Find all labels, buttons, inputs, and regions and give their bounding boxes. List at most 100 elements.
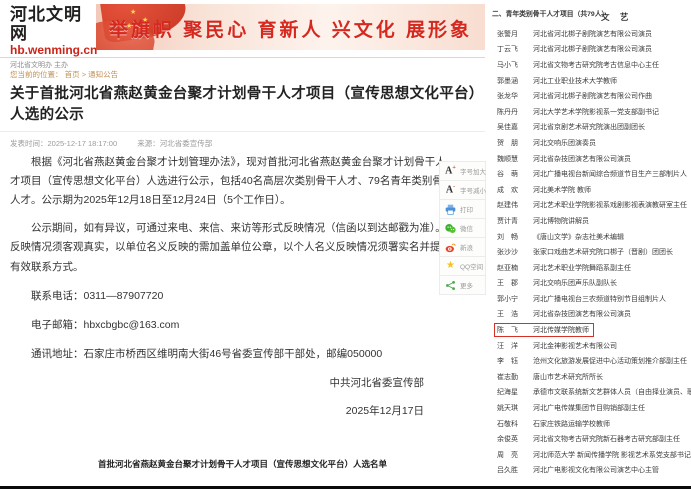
person-title: 张家口戏曲艺术研究院口梆子（晋剧）团团长 xyxy=(533,247,673,257)
publish-time: 发表时间：2025-12-17 18:17:00 xyxy=(10,139,117,148)
weibo-button[interactable]: 新浪 xyxy=(439,237,486,257)
person-name: 魏顺慧 xyxy=(497,154,526,164)
toolbar-item-label: 新浪 xyxy=(460,242,473,252)
roster-row: 赵亚楠河北艺术职业学院舞蹈系副主任 xyxy=(494,260,690,276)
roster-row-content: 周 亮河北师范大学 新闻传播学院 影视艺术系党支部书记 xyxy=(494,448,691,462)
roster-row: 魏顺慧河北省杂技团演艺有限公司演员 xyxy=(494,151,690,167)
qzone-icon: ★ xyxy=(444,260,457,272)
wechat-button[interactable]: 微信 xyxy=(439,218,486,238)
roster-row: 贺 朋河北交响乐团演奏员 xyxy=(494,135,690,151)
person-name: 王 郡 xyxy=(497,278,526,288)
person-title: 河北广电影视文化有限公司演艺中心主管 xyxy=(533,465,659,475)
person-name: 石敬科 xyxy=(497,419,526,429)
site-logo-domain: hb.wenming.cn xyxy=(10,43,98,57)
roster-row: 吴佳嘉河北省京剧艺术研究院演出团副团长 xyxy=(494,120,690,136)
roster-row: 成 欢河北美术学院 教师 xyxy=(494,182,690,198)
roster-row-content: 纪海星承德市文联系统新文艺群体人员（自由择业演员、歌手） xyxy=(494,385,691,399)
roster-list: 张警月河北省河北梆子剧院演艺有限公司演员丁云飞河北省河北梆子剧院演艺有限公司演员… xyxy=(494,26,690,478)
font-decrease-button[interactable]: A-字号减小 xyxy=(439,180,486,200)
person-name: 成 欢 xyxy=(497,185,526,195)
qzone-button[interactable]: ★QQ空间 xyxy=(439,256,486,276)
roster-row-content: 王 浩河北省杂技团演艺有限公司演员 xyxy=(494,307,636,321)
toolbar-item-label: QQ空间 xyxy=(460,261,483,271)
more-share-button[interactable]: 更多 xyxy=(439,275,486,295)
weibo-icon xyxy=(444,241,457,253)
font-increase-icon: A+ xyxy=(444,165,457,177)
person-title: 河北广播电视台三农频道特别节目组制片人 xyxy=(533,294,666,304)
roster-row-content: 张沙沙张家口戏曲艺术研究院口梆子（晋剧）团团长 xyxy=(494,245,678,259)
person-title: 河北金神影视艺术有限公司 xyxy=(533,341,617,351)
toolbar-item-label: 打印 xyxy=(460,204,473,214)
roster-row: 刘 畅《唐山文学》杂志社美术编辑 xyxy=(494,229,690,245)
roster-row-content: 魏顺慧河北省杂技团演艺有限公司演员 xyxy=(494,152,636,166)
person-title: 河北工业职业技术大学教师 xyxy=(533,76,617,86)
signature-date: 2025年12月17日 xyxy=(10,402,454,421)
roster-row-highlighted: 陈 飞河北传媒学院教师 xyxy=(494,323,594,337)
roster-row: 石敬科石家庄铁路运输学校教师 xyxy=(494,416,690,432)
contact-phone: 联系电话：0311—87907720 xyxy=(10,287,454,306)
roster-row: 赵建伟河北艺术职业学院影视系戏剧影视表演教研室主任 xyxy=(494,198,690,214)
person-name: 张龙华 xyxy=(497,91,526,101)
contact-address: 通讯地址：石家庄市桥西区维明南大街46号省委宣传部干部处，邮编050000 xyxy=(10,345,454,364)
roster-row: 贾计青河北博物院讲解员 xyxy=(494,213,690,229)
person-name: 姚天琪 xyxy=(497,403,526,413)
roster-row-content: 赵建伟河北艺术职业学院影视系戏剧影视表演教研室主任 xyxy=(494,198,691,212)
person-name: 马小飞 xyxy=(497,60,526,70)
roster-row-content: 丁云飞河北省河北梆子剧院演艺有限公司演员 xyxy=(494,42,657,56)
roster-row-content: 郭墨涵河北工业职业技术大学教师 xyxy=(494,74,622,88)
person-title: 河北省杂技团演艺有限公司演员 xyxy=(533,154,631,164)
roster-row: 王 郡河北交响乐团声乐队副队长 xyxy=(494,276,690,292)
person-title: 石家庄铁路运输学校教师 xyxy=(533,419,610,429)
person-name: 郭墨涵 xyxy=(497,76,526,86)
roster-row: 马小飞河北省文物考古研究院考古信息中心主任 xyxy=(494,57,690,73)
person-title: 河北省河北梆子剧院演艺有限公司演员 xyxy=(533,29,652,39)
person-name: 赵建伟 xyxy=(497,200,526,210)
roster-row: 丁云飞河北省河北梆子剧院演艺有限公司演员 xyxy=(494,42,690,58)
breadcrumb: 您当前的位置： 首页 > 通知公告 xyxy=(10,69,118,80)
person-title: 河北省杂技团演艺有限公司演员 xyxy=(533,309,631,319)
breadcrumb-home-link[interactable]: 首页 xyxy=(65,70,80,79)
roster-category-title: 文 艺 xyxy=(601,11,632,23)
person-name: 郭小宁 xyxy=(497,294,526,304)
attachment-title: 首批河北省燕赵黄金台聚才计划骨干人才项目（宣传思想文化平台）人选名单 xyxy=(0,458,485,470)
header-divider xyxy=(0,57,485,58)
roster-row: 郭墨涵河北工业职业技术大学教师 xyxy=(494,73,690,89)
roster-row: 陈 飞河北传媒学院教师 xyxy=(494,322,690,338)
person-title: 河北广电传媒集团节目购销部副主任 xyxy=(533,403,645,413)
roster-row-content: 吴佳嘉河北省京剧艺术研究院演出团副团长 xyxy=(494,120,650,134)
font-increase-button[interactable]: A+字号加大 xyxy=(439,161,486,181)
breadcrumb-prefix: 您当前的位置： xyxy=(10,70,63,79)
person-title: 河北省文物考古研究院新石器考古研究部副主任 xyxy=(533,434,680,444)
roster-row: 陈丹丹河北大学艺术学院影视系一党支部副书记 xyxy=(494,104,690,120)
roster-row-content: 刘 畅《唐山文学》杂志社美术编辑 xyxy=(494,230,629,244)
roster-section-heading: 二、青年类别骨干人才项目（共79人） xyxy=(492,8,608,18)
roster-row: 郭小宁河北广播电视台三农频道特别节目组制片人 xyxy=(494,291,690,307)
roster-row: 张龙华河北省河北梆子剧院演艺有限公司作曲 xyxy=(494,88,690,104)
site-logo[interactable]: 河北文明网 hb.wenming.cn 河北省文明办 主办 xyxy=(10,6,98,70)
person-title: 河北艺术职业学院舞蹈系副主任 xyxy=(533,263,631,273)
article-paragraph: 公示期间，如有异议，可通过来电、来信、来访等形式反映情况（信函以到达邮戳为准）。… xyxy=(10,219,454,276)
site-logo-title: 河北文明网 xyxy=(10,6,98,43)
person-title: 河北师范大学 新闻传播学院 影视艺术系党支部书记 xyxy=(533,450,691,460)
person-title: 唐山市艺术研究所所长 xyxy=(533,372,603,382)
roster-row: 吕久胜河北广电影视文化有限公司演艺中心主管 xyxy=(494,463,690,479)
header-banner: ★ ★ ★ 举旗帜 聚民心 育新人 兴文化 展形象 xyxy=(96,4,485,50)
roster-row-content: 崔志勤唐山市艺术研究所所长 xyxy=(494,370,608,384)
person-name: 李 钰 xyxy=(497,356,526,366)
roster-row-content: 谷 萌河北广播电视台新闻综合频道节目生产三部制片人 xyxy=(494,167,691,181)
print-button[interactable]: 打印 xyxy=(439,199,486,219)
toolbar-item-label: 字号加大 xyxy=(460,166,486,176)
roster-row-content: 贾计青河北博物院讲解员 xyxy=(494,214,594,228)
roster-row-content: 吕久胜河北广电影视文化有限公司演艺中心主管 xyxy=(494,463,664,477)
breadcrumb-current-link[interactable]: 通知公告 xyxy=(88,70,118,79)
roster-row: 李 钰沧州文化旅游发展促进中心活动策划推介部副主任 xyxy=(494,353,690,369)
person-title: 河北省京剧艺术研究院演出团副团长 xyxy=(533,122,645,132)
person-name: 陈丹丹 xyxy=(497,107,526,117)
article-paragraph: 根据《河北省燕赵黄金台聚才计划管理办法》，现对首批河北省燕赵黄金台聚才计划骨干人… xyxy=(10,153,454,210)
roster-row: 崔志勤唐山市艺术研究所所长 xyxy=(494,369,690,385)
person-name: 丁云飞 xyxy=(497,44,526,54)
roster-row-content: 贺 朋河北交响乐团演奏员 xyxy=(494,136,601,150)
person-title: 河北省河北梆子剧院演艺有限公司演员 xyxy=(533,44,652,54)
title-divider xyxy=(0,131,485,132)
bottom-border xyxy=(0,486,691,489)
